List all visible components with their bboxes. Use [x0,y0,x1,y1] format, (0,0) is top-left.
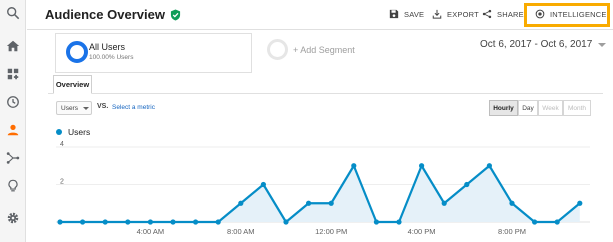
series-area [60,165,580,222]
data-point [464,181,470,188]
data-point [57,219,63,225]
x-tick-label: 4:00 AM [137,227,165,236]
data-point [532,219,538,225]
y-tick-label: 2 [60,179,64,186]
data-point [577,200,583,206]
data-point [193,219,199,225]
x-tick-label: 8:00 PM [498,227,526,236]
data-point [283,219,289,225]
data-point [373,219,379,225]
data-point [554,219,560,225]
data-point [306,200,312,206]
y-tick-label: 4 [60,141,64,148]
data-point [419,163,425,169]
data-point [215,219,221,225]
data-point [260,181,266,188]
data-point [170,219,176,225]
users-chart: 4 2 4:00 AM 8:00 AM 12:00 PM 4:00 PM 8:00 PM [56,141,590,236]
data-point [396,219,402,225]
data-point [441,200,447,206]
data-point [102,219,108,225]
data-point [80,219,86,225]
data-point [328,200,334,206]
data-point [486,163,492,169]
data-point [509,200,515,206]
x-tick-label: 12:00 PM [315,227,347,236]
data-point [238,200,244,206]
x-tick-label: 4:00 PM [408,227,436,236]
data-point [351,163,357,169]
x-tick-label: 8:00 AM [227,227,255,236]
data-point [147,219,153,225]
data-point [125,219,131,225]
